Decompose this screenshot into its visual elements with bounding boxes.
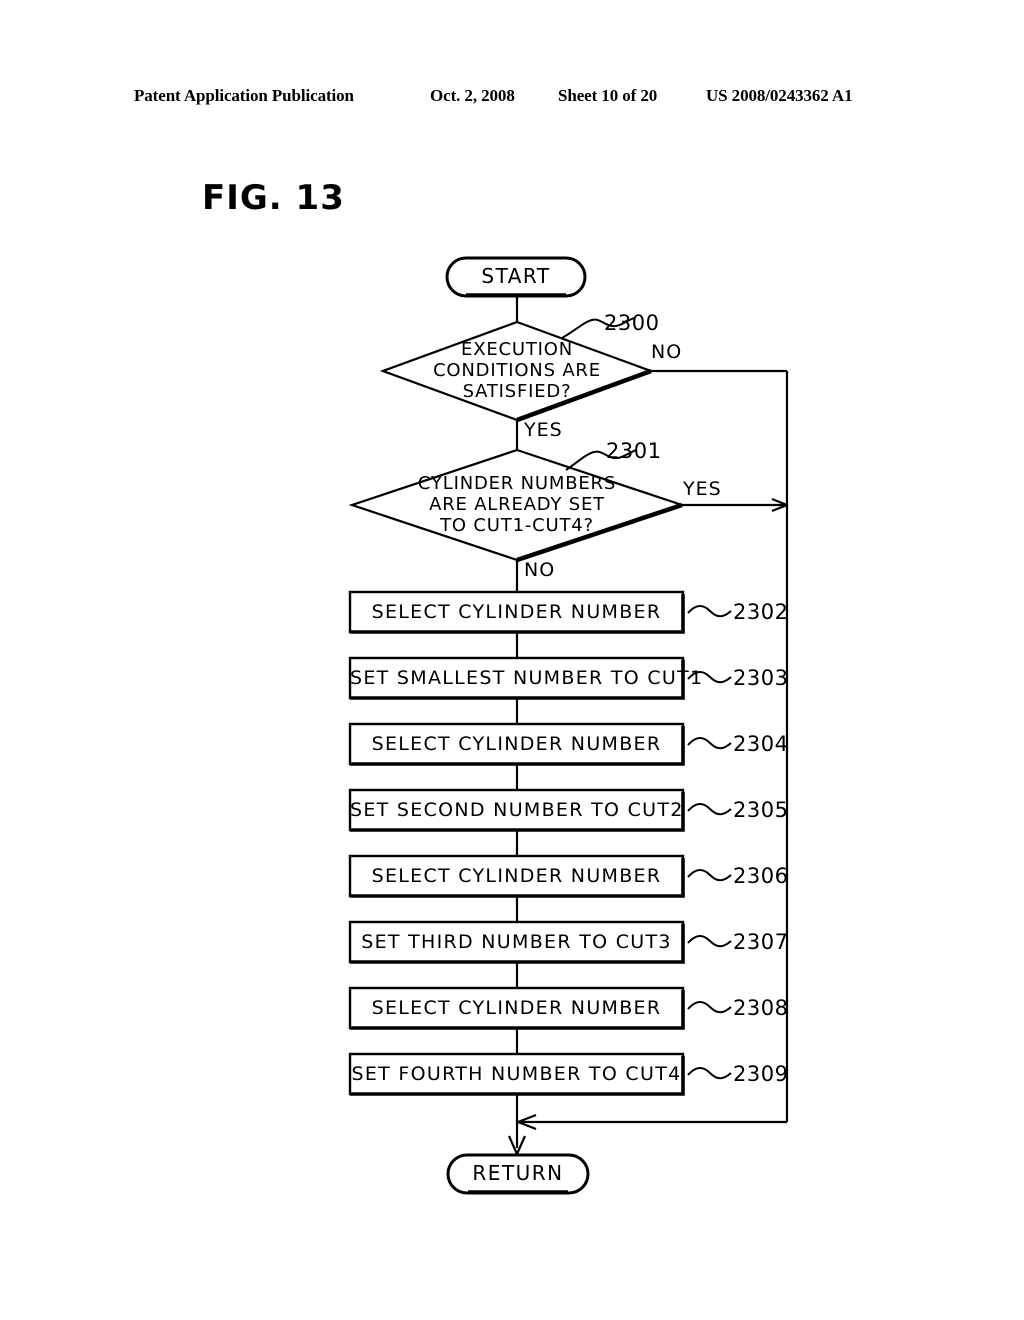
decision-2300-yes-label: YES: [524, 419, 563, 441]
step-2308-label: SELECT CYLINDER NUMBER: [371, 997, 662, 1019]
ref-number-2308: 2308: [733, 996, 789, 1020]
leader-2305: [687, 803, 732, 816]
step-2306-label: SELECT CYLINDER NUMBER: [371, 865, 662, 887]
ref-number-2301: 2301: [606, 439, 662, 463]
decision-2300-no-label: NO: [651, 341, 683, 363]
leader-2307: [687, 935, 732, 948]
leader-2304: [687, 737, 732, 750]
leader-2308: [687, 1001, 732, 1014]
decision-2301-label: CYLINDER NUMBERS ARE ALREADY SET TO CUT1…: [417, 473, 617, 536]
step-2309-label: SET FOURTH NUMBER TO CUT4: [351, 1063, 682, 1085]
ref-number-2305: 2305: [733, 798, 789, 822]
flowchart-diagram: [348, 256, 789, 1195]
ref-number-2304: 2304: [733, 732, 789, 756]
leader-2306: [687, 869, 732, 882]
ref-number-2302: 2302: [733, 600, 789, 624]
return-terminal-label: RETURN: [472, 1161, 564, 1185]
ref-number-2303: 2303: [733, 666, 789, 690]
step-2303-label: SET SMALLEST NUMBER TO CUT1: [350, 667, 704, 689]
ref-number-2306: 2306: [733, 864, 789, 888]
ref-number-2307: 2307: [733, 930, 789, 954]
decision-2301-yes-label: YES: [683, 478, 722, 500]
leader-2309: [687, 1067, 732, 1080]
leader-2302: [687, 605, 732, 618]
step-2304-label: SELECT CYLINDER NUMBER: [371, 733, 662, 755]
ref-number-2309: 2309: [733, 1062, 789, 1086]
decision-2301-no-label: NO: [524, 559, 556, 581]
step-2305-label: SET SECOND NUMBER TO CUT2: [350, 799, 684, 821]
start-terminal-label: START: [481, 264, 551, 288]
ref-number-2300: 2300: [604, 311, 660, 335]
step-2302-label: SELECT CYLINDER NUMBER: [371, 601, 662, 623]
decision-2300-label: EXECUTION CONDITIONS ARE SATISFIED?: [433, 339, 601, 402]
step-2307-label: SET THIRD NUMBER TO CUT3: [361, 931, 672, 953]
